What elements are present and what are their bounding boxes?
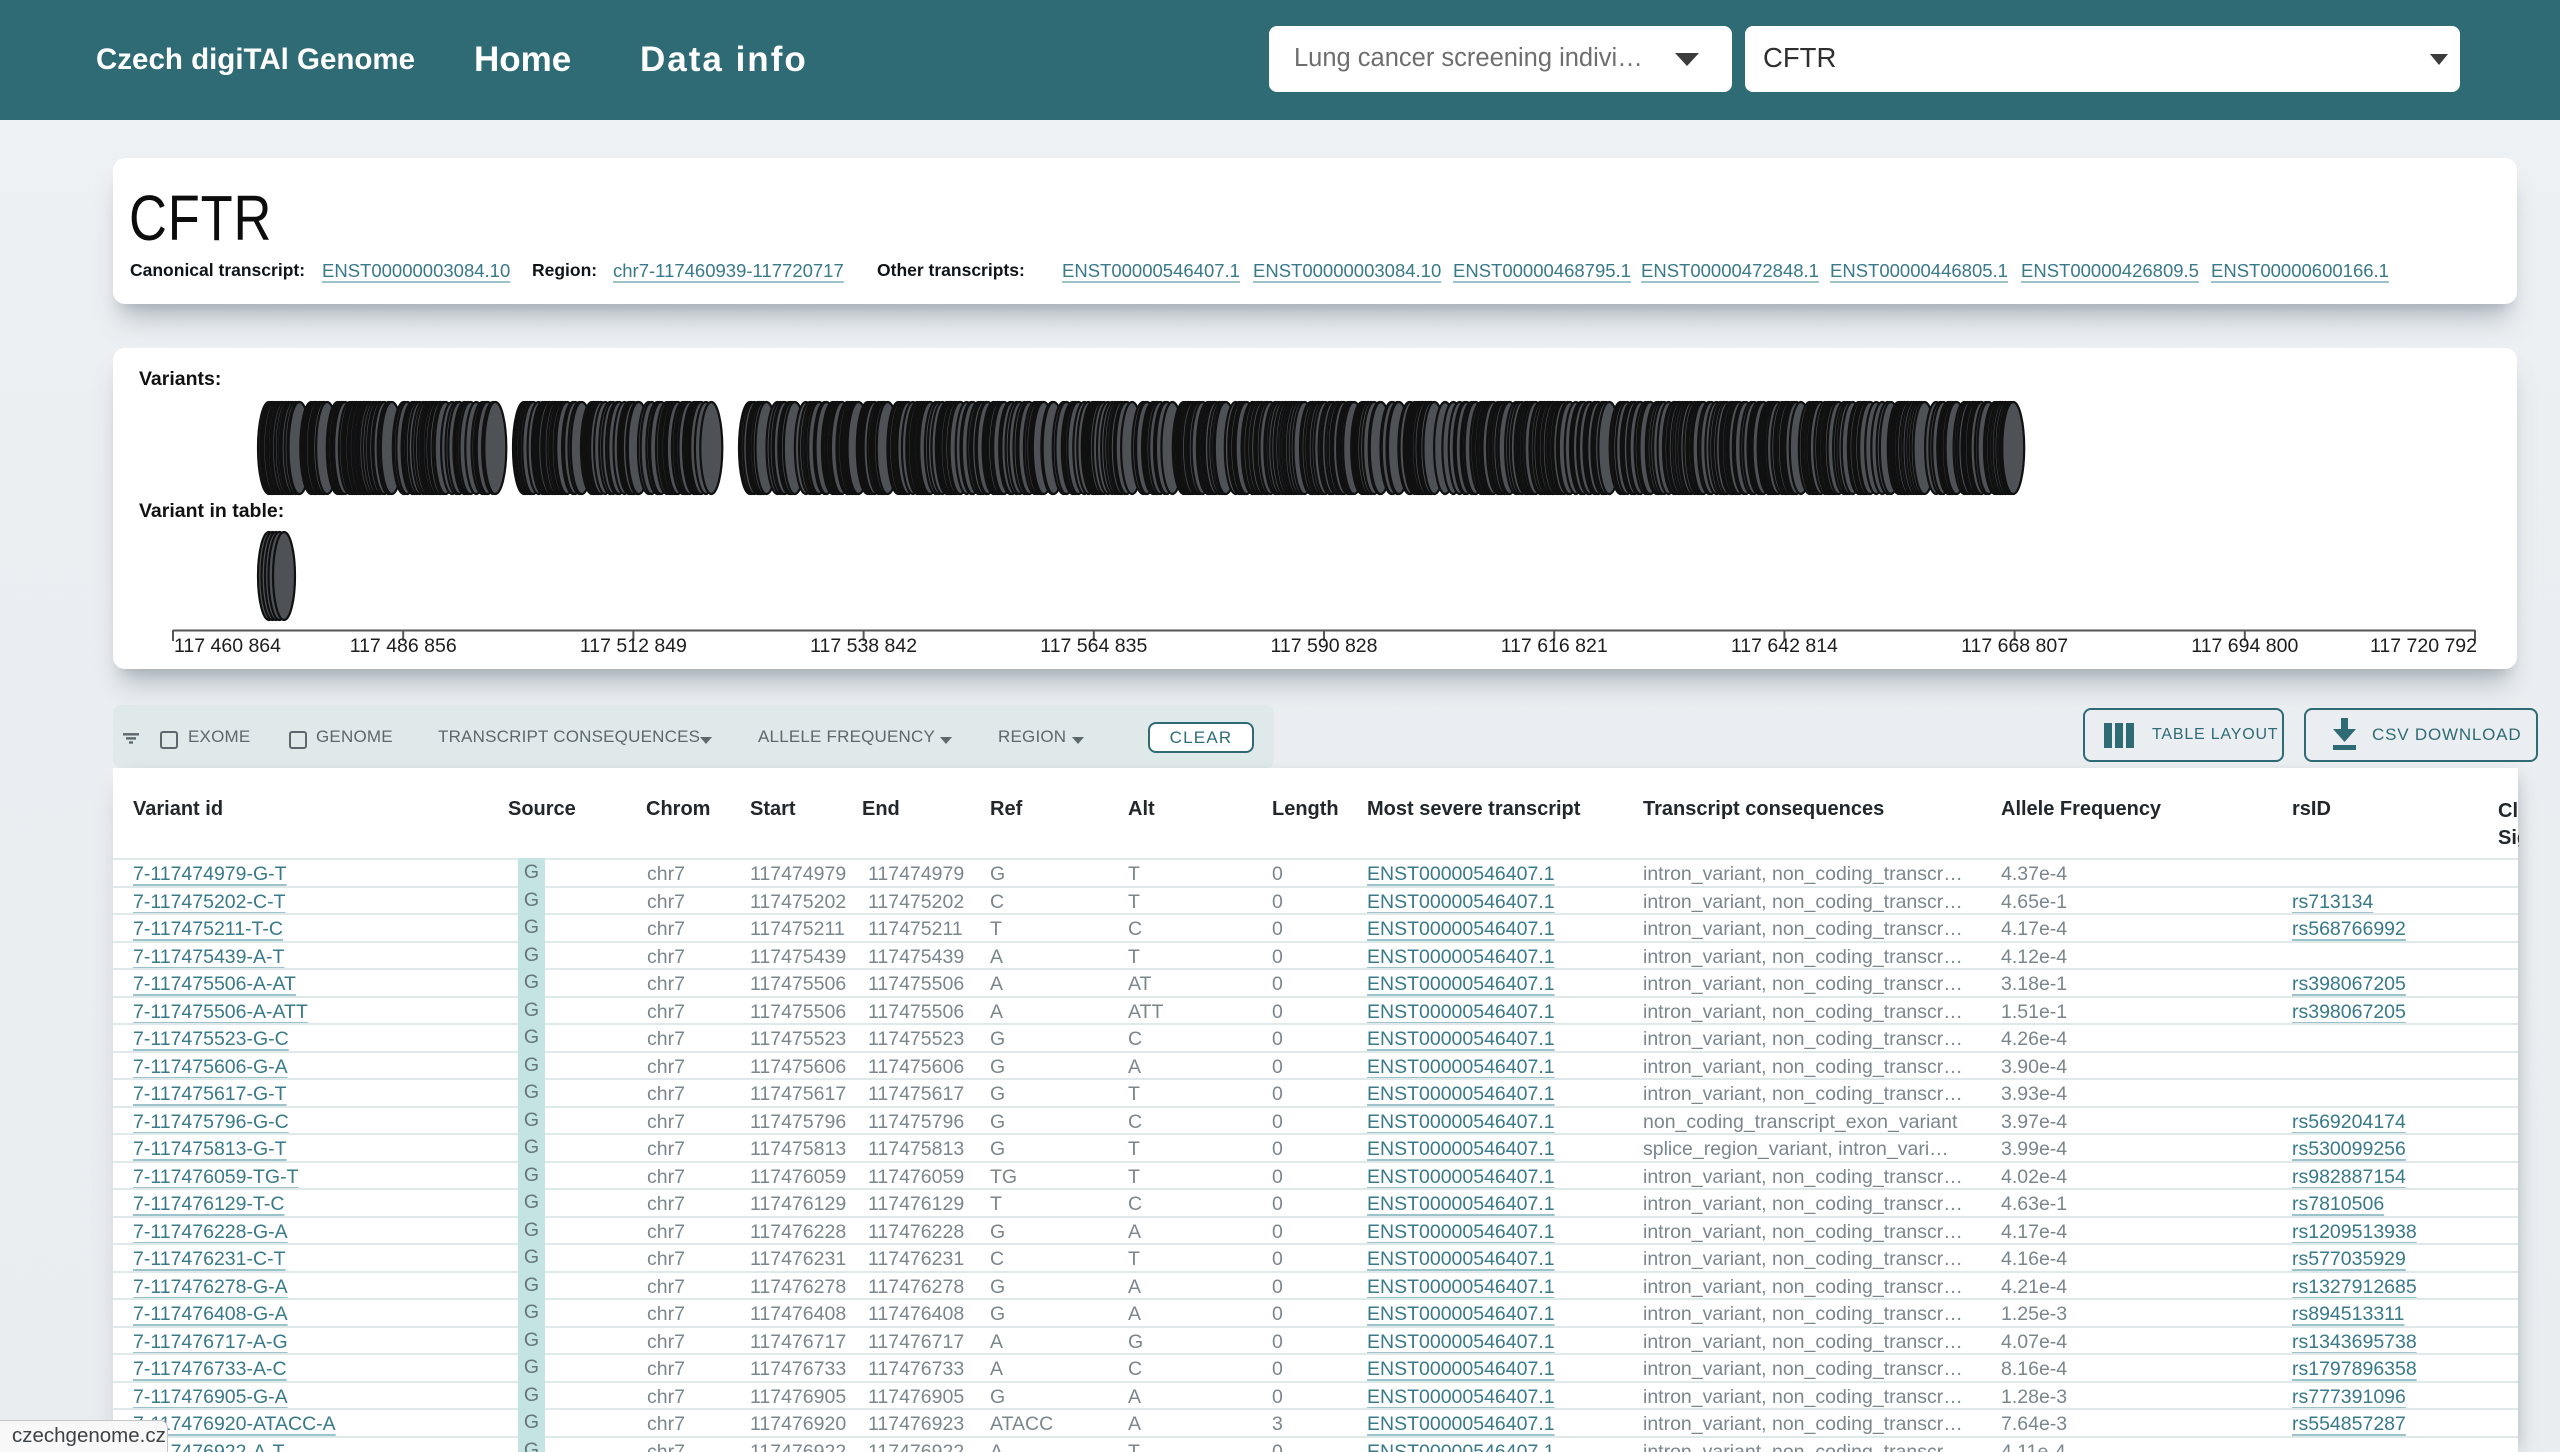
svg-text:117 590 828: 117 590 828 (1271, 635, 1378, 657)
svg-text:117 694 800: 117 694 800 (2191, 635, 2298, 657)
svg-text:117 642 814: 117 642 814 (1731, 635, 1838, 657)
svg-text:117 720 792: 117 720 792 (2370, 635, 2477, 657)
svg-text:117 616 821: 117 616 821 (1501, 635, 1608, 657)
svg-text:117 460 864: 117 460 864 (174, 635, 281, 657)
svg-text:117 538 842: 117 538 842 (810, 635, 917, 657)
svg-text:117 668 807: 117 668 807 (1961, 635, 2068, 657)
svg-text:117 512 849: 117 512 849 (580, 635, 687, 657)
svg-text:117 564 835: 117 564 835 (1040, 635, 1147, 657)
svg-text:117 486 856: 117 486 856 (350, 635, 457, 657)
